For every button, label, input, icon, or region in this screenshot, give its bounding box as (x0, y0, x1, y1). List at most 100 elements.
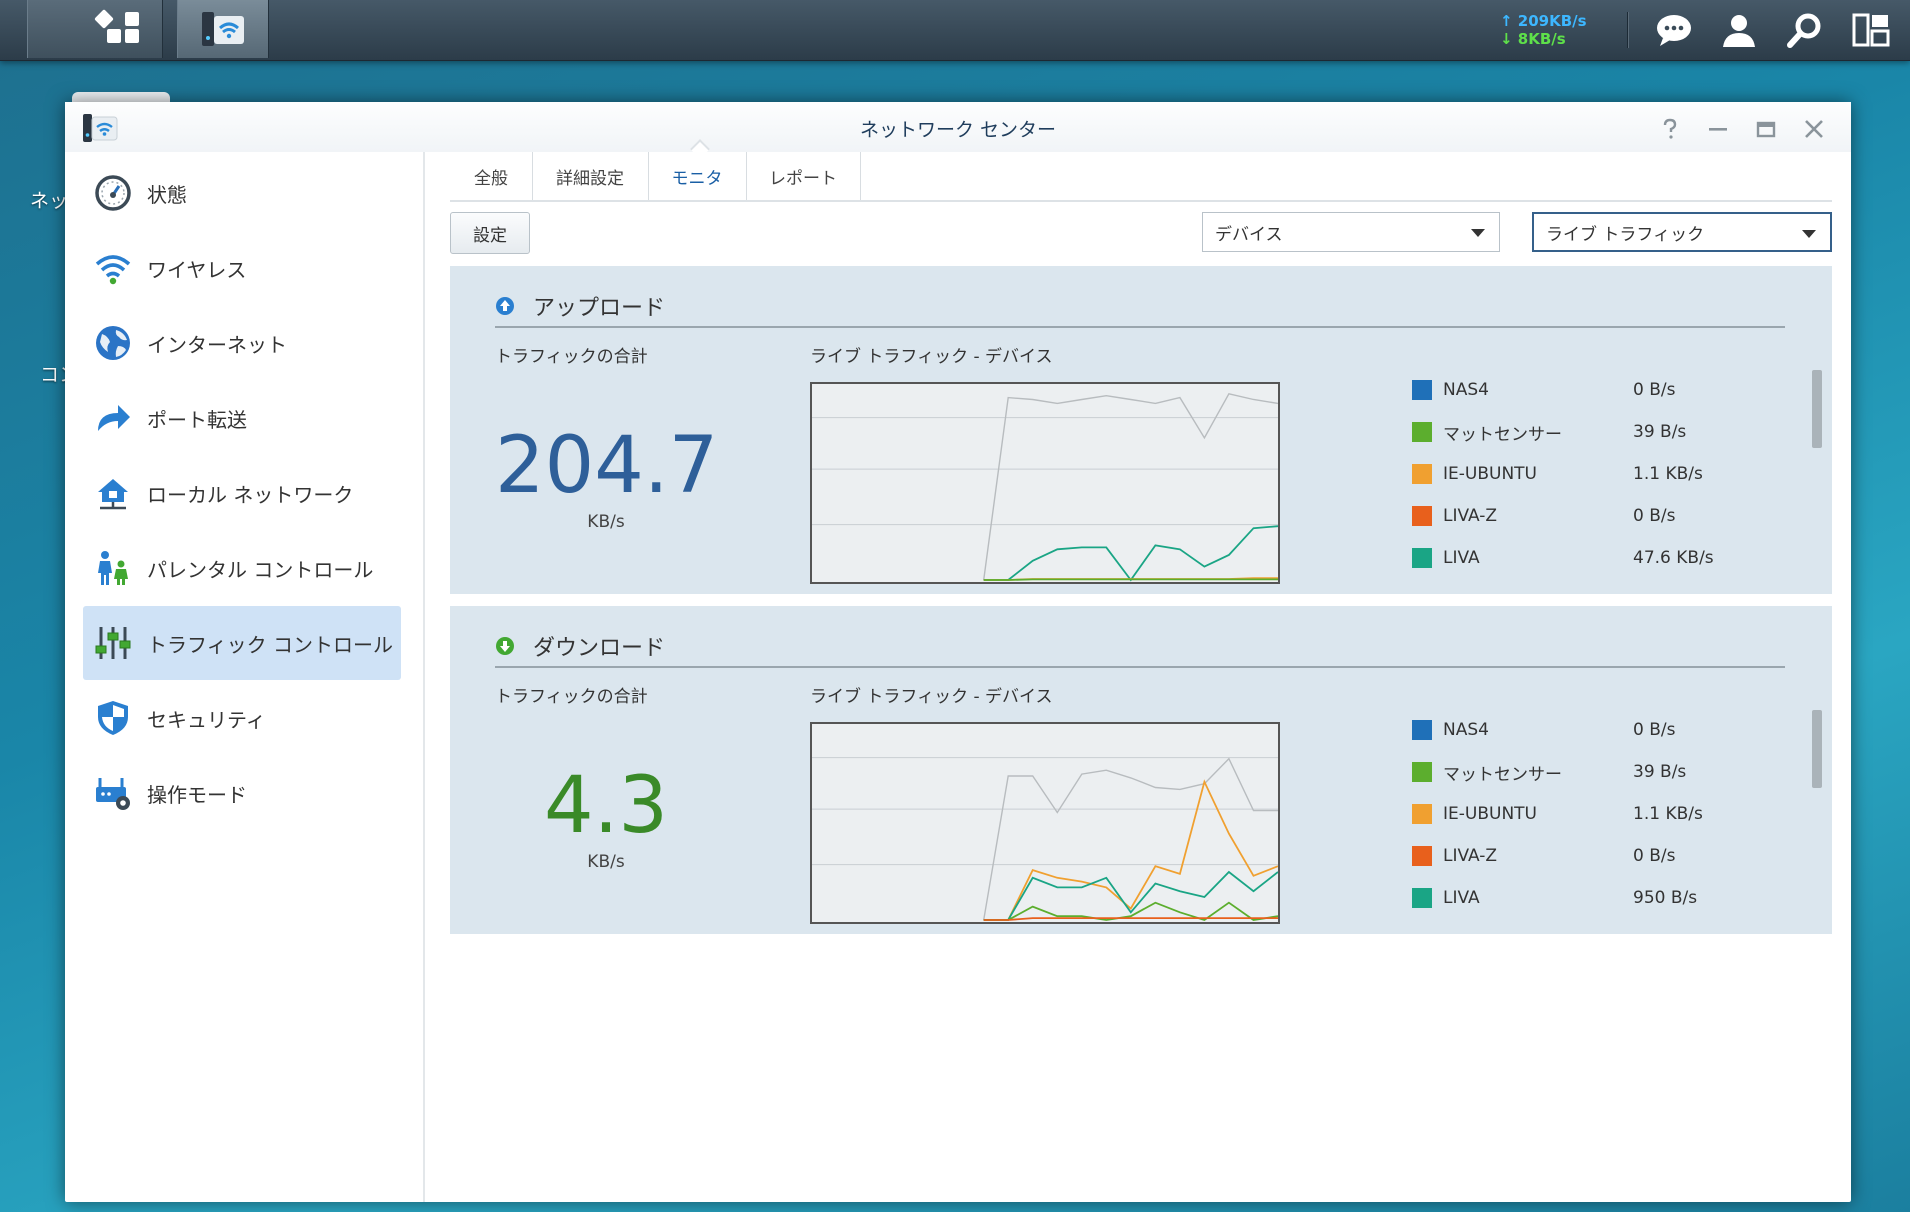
shield-icon (93, 698, 133, 738)
legend-row-ie-ubuntu: IE-UBUNTU 1.1 KB/s (1412, 802, 1742, 826)
upload-chart-label: ライブ トラフィック - デバイス (810, 347, 1053, 367)
legend-name: マットセンサー (1443, 764, 1562, 785)
download-series-other (983, 757, 1278, 921)
legend-swatch (1412, 464, 1432, 484)
sidebar-item-label: セキュリティ (147, 707, 266, 732)
legend-name: LIVA-Z (1443, 846, 1498, 866)
chevron-down-icon (1471, 229, 1485, 237)
sidebar-item-parental-control[interactable]: パレンタル コントロール (83, 531, 401, 605)
legend-value: 47.6 KB/s (1633, 548, 1714, 568)
sidebar-item-label: トラフィック コントロール (147, 632, 393, 657)
search-icon[interactable] (1786, 11, 1824, 49)
settings-button[interactable]: 設定 (450, 212, 530, 254)
download-unit: KB/s (587, 852, 625, 872)
family-icon (93, 548, 133, 588)
window-stack-edge (72, 92, 170, 102)
upload-series-マットセンサー (983, 578, 1278, 581)
legend-swatch (1412, 846, 1432, 866)
sidebar-item-label: ローカル ネットワーク (147, 482, 354, 507)
window-titlebar[interactable]: ネットワーク センター (65, 102, 1851, 152)
sidebar-item-local-network[interactable]: ローカル ネットワーク (83, 456, 401, 530)
upload-legend-scrollbar[interactable] (1812, 370, 1822, 448)
download-panel: ダウンロード トラフィックの合計 ライブ トラフィック - デバイス 4.3 K… (450, 606, 1832, 934)
download-title: ダウンロード (533, 636, 666, 661)
legend-swatch (1412, 506, 1432, 526)
tab-report[interactable]: レポート (746, 152, 861, 200)
legend-name: LIVA (1443, 888, 1480, 908)
arrow-forward-icon (93, 398, 133, 438)
network-speed-indicator: ↑ 209KB/s ↓ 8KB/s (1500, 12, 1587, 48)
gauge-icon (93, 173, 133, 213)
widgets-icon[interactable] (1852, 11, 1890, 49)
download-chart-label: ライブ トラフィック - デバイス (810, 687, 1053, 707)
download-total-value: 4.3 (543, 761, 669, 851)
upload-speed: ↑ 209KB/s (1500, 12, 1587, 30)
sidebar-item-wireless[interactable]: ワイヤレス (83, 231, 401, 305)
legend-name: IE-UBUNTU (1443, 464, 1537, 484)
legend-value: 0 B/s (1633, 720, 1676, 740)
legend-name: NAS4 (1443, 380, 1489, 400)
legend-value: 950 B/s (1633, 888, 1698, 908)
traffic-mode-select-value: ライブ トラフィック (1546, 224, 1705, 245)
window-title: ネットワーク センター (859, 119, 1057, 141)
legend-value: 39 B/s (1633, 762, 1687, 782)
legend-swatch (1412, 888, 1432, 908)
legend-row-liva-z: LIVA-Z 0 B/s (1412, 504, 1742, 528)
sidebar-item-label: パレンタル コントロール (147, 557, 374, 582)
router-gear-icon (93, 773, 133, 813)
legend-name: マットセンサー (1443, 424, 1562, 445)
sliders-icon (93, 623, 133, 663)
legend-row-liva: LIVA 950 B/s (1412, 886, 1742, 910)
download-legend-scrollbar[interactable] (1812, 710, 1822, 788)
sidebar-item-port-forwarding[interactable]: ポート転送 (83, 381, 401, 455)
device-select[interactable]: デバイス (1202, 212, 1500, 252)
tab-advanced[interactable]: 詳細設定 (532, 152, 649, 200)
sidebar-item-status[interactable]: 状態 (83, 156, 401, 230)
upload-title: アップロード (533, 296, 666, 321)
traffic-mode-select[interactable]: ライブ トラフィック (1532, 212, 1832, 252)
tab-monitor[interactable]: モニタ (648, 152, 747, 200)
sidebar-item-security[interactable]: セキュリティ (83, 681, 401, 755)
sidebar-item-label: 状態 (147, 182, 187, 207)
device-select-value: デバイス (1215, 224, 1283, 245)
legend-value: 0 B/s (1633, 846, 1676, 866)
legend-swatch (1412, 422, 1432, 442)
close-icon[interactable] (1803, 118, 1825, 140)
main-menu-button[interactable] (27, 0, 163, 58)
download-speed: ↓ 8KB/s (1500, 30, 1566, 48)
user-icon[interactable] (1720, 11, 1758, 49)
legend-swatch (1412, 762, 1432, 782)
download-traffic-chart (810, 722, 1280, 924)
minimize-icon[interactable] (1707, 118, 1729, 140)
upload-chart-svg (812, 392, 1279, 582)
sidebar-item-label: ポート転送 (147, 407, 247, 432)
legend-row-ie-ubuntu: IE-UBUNTU 1.1 KB/s (1412, 462, 1742, 486)
legend-row-mat-sensor: マットセンサー 39 B/s (1412, 420, 1742, 445)
sidebar-item-operation-mode[interactable]: 操作モード (83, 756, 401, 830)
help-icon[interactable] (1659, 118, 1681, 140)
legend-row-nas4: NAS4 0 B/s (1412, 718, 1742, 742)
legend-swatch (1412, 548, 1432, 568)
tab-general[interactable]: 全般 (450, 152, 533, 200)
sidebar: 状態 ワイヤレス インターネット ポート転送 ローカル ネットワーク パレンタル… (65, 152, 425, 1202)
sidebar-item-traffic-control[interactable]: トラフィック コントロール (83, 606, 401, 680)
taskbar: ↑ 209KB/s ↓ 8KB/s (0, 0, 1910, 61)
legend-name: LIVA-Z (1443, 506, 1498, 526)
maximize-icon[interactable] (1755, 118, 1777, 140)
notifications-chat-icon[interactable] (1655, 11, 1693, 49)
upload-arrow-icon (495, 296, 515, 316)
desktop-label-1: ネッ (30, 190, 69, 212)
router-wifi-icon (202, 12, 244, 46)
network-center-taskbar-button[interactable] (177, 0, 269, 58)
apps-grid-icon (94, 9, 139, 43)
download-chart-svg (812, 757, 1279, 921)
network-center-window: ネットワーク センター 状態 ワイヤレス インターネット ポート転送 ローカル … (65, 102, 1851, 1202)
legend-name: NAS4 (1443, 720, 1489, 740)
upload-panel: アップロード トラフィックの合計 ライブ トラフィック - デバイス 204.7… (450, 266, 1832, 594)
legend-value: 0 B/s (1633, 506, 1676, 526)
sidebar-item-label: 操作モード (147, 782, 247, 807)
sidebar-item-label: インターネット (147, 332, 287, 357)
legend-value: 39 B/s (1633, 422, 1687, 442)
legend-name: LIVA (1443, 548, 1480, 568)
sidebar-item-internet[interactable]: インターネット (83, 306, 401, 380)
